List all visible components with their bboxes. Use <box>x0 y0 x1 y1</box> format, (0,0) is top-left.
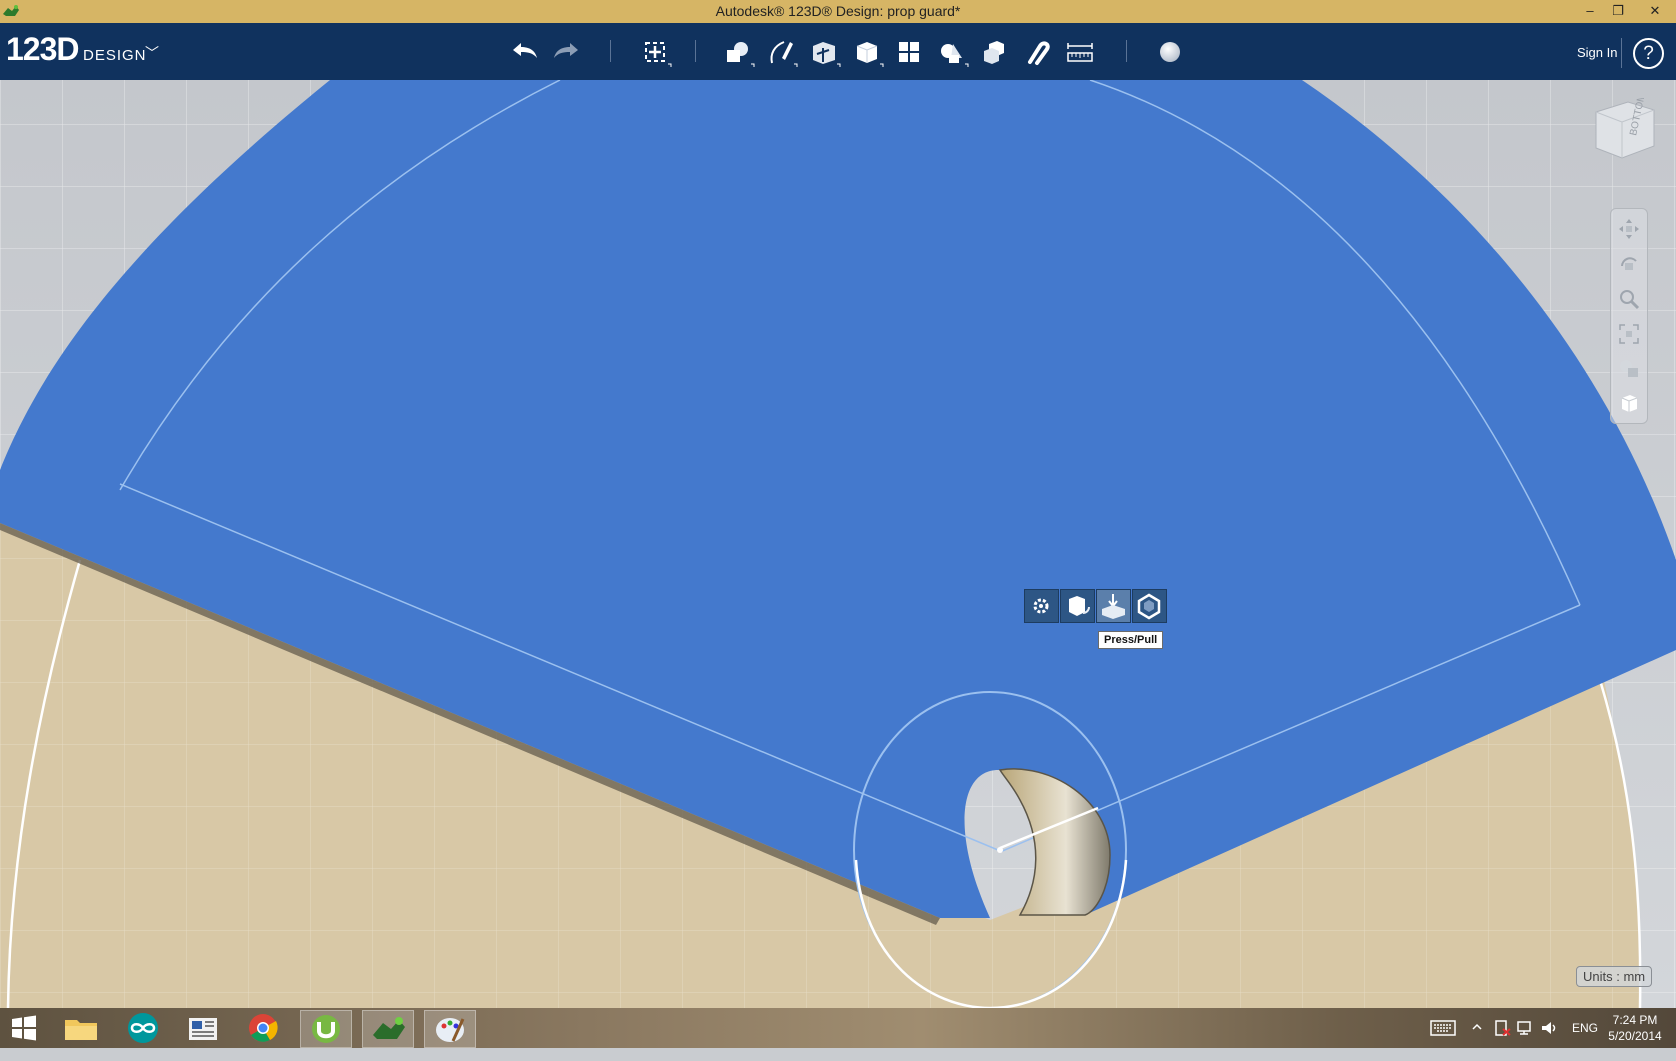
measure-icon[interactable] <box>1063 36 1097 68</box>
combine-icon[interactable] <box>977 36 1011 68</box>
group-icon[interactable] <box>935 36 969 68</box>
scene-canvas[interactable] <box>0 80 1676 1008</box>
taskbar-news-app[interactable] <box>178 1010 228 1046</box>
app-logo-subtitle[interactable]: DESIGN <box>83 47 147 64</box>
settings-button[interactable] <box>1024 589 1059 623</box>
hub-center-point[interactable] <box>997 847 1003 853</box>
windows-logo-icon <box>12 1015 36 1041</box>
transform-icon[interactable] <box>638 36 672 68</box>
network-icon[interactable] <box>1516 1019 1534 1037</box>
folder-icon <box>65 1020 97 1040</box>
press-pull-button[interactable] <box>1096 589 1131 623</box>
shell-icon <box>1137 593 1161 620</box>
materials-view-icon[interactable] <box>1617 391 1641 415</box>
shell-button[interactable] <box>1132 589 1167 623</box>
help-button[interactable]: ? <box>1633 38 1664 69</box>
clock-date: 5/20/2014 <box>1608 1029 1662 1043</box>
toolbar-separator <box>695 40 696 62</box>
tweak-button[interactable] <box>1060 589 1095 623</box>
construct-icon[interactable] <box>807 36 841 68</box>
modify-icon[interactable] <box>850 36 884 68</box>
pan-icon[interactable] <box>1617 217 1641 241</box>
snap-icon[interactable] <box>1020 36 1054 68</box>
keyboard-icon[interactable] <box>1430 1020 1456 1036</box>
toolbar-separator <box>1126 40 1127 62</box>
news-icon <box>189 1018 217 1040</box>
visual-style-icon[interactable] <box>1617 356 1641 380</box>
123d-design-icon <box>373 1017 405 1039</box>
tweak-icon <box>1069 596 1090 616</box>
material-icon[interactable] <box>1153 36 1187 68</box>
units-indicator[interactable]: Units : mm <box>1576 966 1653 987</box>
restore-button[interactable]: ❐ <box>1603 0 1633 23</box>
toolbar-separator <box>1621 38 1622 68</box>
window-titlebar: Autodesk® 123D® Design: prop guard* – ❐ … <box>0 0 1676 23</box>
settings-icon <box>1033 598 1049 614</box>
windows-taskbar: ENG 7:24 PM 5/20/2014 <box>0 1008 1676 1048</box>
main-toolbar: 123D DESIGN ﹀ Sign In ? <box>0 23 1676 80</box>
tray-expand-icon[interactable] <box>1472 1022 1482 1032</box>
pattern-icon[interactable] <box>892 36 926 68</box>
taskbar-paint[interactable] <box>424 1010 476 1048</box>
taskbar-123d-design[interactable] <box>362 1010 414 1048</box>
taskbar-utorrent[interactable] <box>300 1010 352 1048</box>
chrome-icon <box>249 1014 278 1042</box>
3d-viewport[interactable]: BOTTOM Press/Pull Units: mm <box>0 80 1676 1008</box>
toolbar-separator <box>610 40 611 62</box>
start-button[interactable] <box>0 1010 48 1046</box>
app-logo[interactable]: 123D <box>6 31 79 68</box>
primitives-icon[interactable] <box>721 36 755 68</box>
tooltip-press-pull: Press/Pull <box>1098 631 1164 649</box>
paint-icon <box>436 1018 465 1042</box>
undo-icon[interactable] <box>507 36 541 68</box>
arduino-icon <box>128 1013 158 1043</box>
window-title: Autodesk® 123D® Design: prop guard* <box>715 3 961 19</box>
taskbar-file-explorer[interactable] <box>56 1010 106 1046</box>
system-clock[interactable]: 7:24 PM 5/20/2014 <box>1600 1012 1670 1044</box>
utorrent-icon <box>312 1015 340 1043</box>
clock-time: 7:24 PM <box>1612 1013 1658 1027</box>
close-button[interactable]: ✕ <box>1640 0 1670 23</box>
fit-view-icon[interactable] <box>1617 322 1641 346</box>
taskbar-chrome[interactable] <box>238 1010 288 1046</box>
sign-in-link[interactable]: Sign In <box>1577 45 1617 60</box>
orbit-icon[interactable] <box>1617 252 1641 276</box>
navigation-bar <box>1610 208 1648 424</box>
minimize-button[interactable]: – <box>1575 0 1605 23</box>
app-menu-chevron-icon[interactable]: ﹀ <box>145 43 159 63</box>
view-cube[interactable]: BOTTOM <box>1588 98 1660 166</box>
volume-icon[interactable] <box>1540 1019 1558 1037</box>
input-language[interactable]: ENG <box>1572 1021 1598 1061</box>
redo-icon[interactable] <box>550 36 584 68</box>
zoom-icon[interactable] <box>1617 287 1641 311</box>
action-center-icon[interactable] <box>1494 1019 1512 1037</box>
sketch-icon[interactable] <box>764 36 798 68</box>
taskbar-arduino[interactable] <box>118 1010 168 1046</box>
press-pull-icon <box>1102 594 1125 619</box>
